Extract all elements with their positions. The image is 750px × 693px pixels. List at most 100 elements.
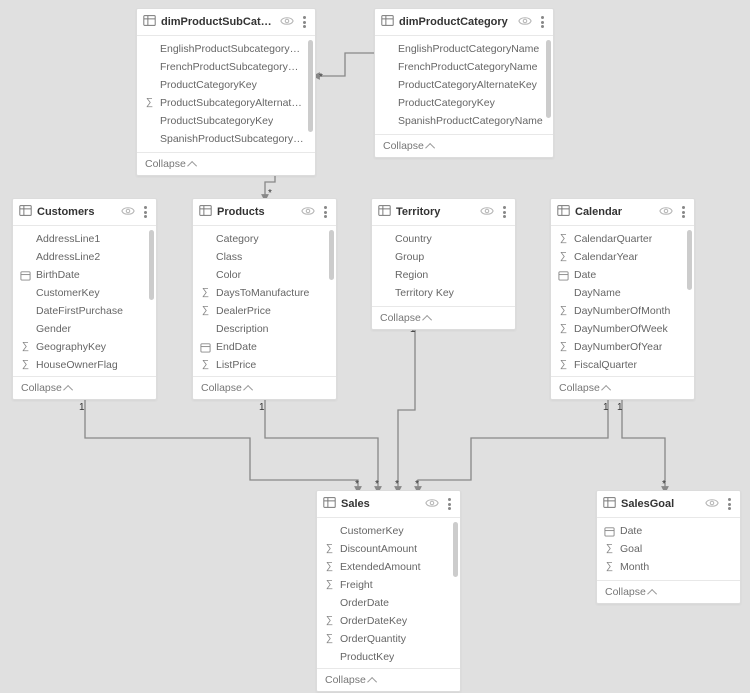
- eye-icon[interactable]: [301, 205, 315, 220]
- field-row[interactable]: Description: [193, 320, 336, 338]
- table-header[interactable]: Customers: [13, 199, 156, 226]
- field-row[interactable]: Category: [193, 230, 336, 248]
- table-card-customers[interactable]: Customers AddressLine1AddressLine2BirthDa…: [12, 198, 157, 400]
- table-card-sales[interactable]: Sales CustomerKey∑DiscountAmount∑Extended…: [316, 490, 461, 692]
- field-row[interactable]: ModelName: [193, 374, 336, 376]
- eye-icon[interactable]: [425, 497, 439, 512]
- table-header[interactable]: Territory: [372, 199, 515, 226]
- more-icon[interactable]: [728, 497, 732, 511]
- field-row[interactable]: AddressLine1: [13, 230, 156, 248]
- collapse-button[interactable]: Collapse: [375, 134, 553, 157]
- field-row[interactable]: ∑Month: [597, 558, 740, 576]
- field-row[interactable]: FrenchProductSubcategoryName: [137, 58, 315, 76]
- eye-icon[interactable]: [518, 15, 532, 30]
- field-row[interactable]: ∑DayNumberOfMonth: [551, 302, 694, 320]
- field-row[interactable]: ∑ListPrice: [193, 356, 336, 374]
- more-icon[interactable]: [324, 205, 328, 219]
- field-row[interactable]: BirthDate: [13, 266, 156, 284]
- scrollbar[interactable]: [149, 230, 154, 300]
- table-card-dimproductsubcategory[interactable]: dimProductSubCateg… EnglishProductSubcate…: [136, 8, 316, 176]
- scrollbar[interactable]: [453, 522, 458, 577]
- field-row[interactable]: Date: [597, 522, 740, 540]
- collapse-button[interactable]: Collapse: [551, 376, 694, 399]
- collapse-button[interactable]: Collapse: [13, 376, 156, 399]
- field-row[interactable]: ProductSubcategoryKey: [137, 112, 315, 130]
- scrollbar[interactable]: [687, 230, 692, 290]
- field-row[interactable]: ∑Goal: [597, 540, 740, 558]
- field-row[interactable]: ∑DayNumberOfYear: [551, 338, 694, 356]
- scrollbar[interactable]: [329, 230, 334, 280]
- table-header[interactable]: Sales: [317, 491, 460, 518]
- table-header[interactable]: SalesGoal: [597, 491, 740, 518]
- field-row[interactable]: ProductKey: [317, 648, 460, 666]
- collapse-button[interactable]: Collapse: [372, 306, 515, 329]
- field-row[interactable]: ProductCategoryKey: [137, 76, 315, 94]
- table-header[interactable]: Products: [193, 199, 336, 226]
- field-row[interactable]: DateFirstPurchase: [13, 302, 156, 320]
- more-icon[interactable]: [503, 205, 507, 219]
- eye-icon[interactable]: [705, 497, 719, 512]
- eye-icon[interactable]: [280, 15, 294, 30]
- field-row[interactable]: Date: [551, 266, 694, 284]
- collapse-button[interactable]: Collapse: [597, 580, 740, 603]
- table-header[interactable]: dimProductCategory: [375, 9, 553, 36]
- field-row[interactable]: OrderDate: [317, 594, 460, 612]
- field-row[interactable]: Territory Key: [372, 284, 515, 302]
- field-row[interactable]: ProductCategoryKey: [375, 94, 553, 112]
- more-icon[interactable]: [144, 205, 148, 219]
- field-row[interactable]: CustomerKey: [317, 522, 460, 540]
- field-row[interactable]: EnglishProductCategoryName: [375, 40, 553, 58]
- field-row[interactable]: ∑ProductStandardCost: [317, 666, 460, 668]
- more-icon[interactable]: [303, 15, 307, 29]
- table-card-dimproductcategory[interactable]: dimProductCategory EnglishProductCategory…: [374, 8, 554, 158]
- eye-icon[interactable]: [480, 205, 494, 220]
- field-row[interactable]: ∑ProductSubcategoryAlternateKey: [137, 94, 315, 112]
- field-row[interactable]: ∑OrderQuantity: [317, 630, 460, 648]
- field-row[interactable]: ∑HouseOwnerFlag: [13, 356, 156, 374]
- field-row[interactable]: Class: [193, 248, 336, 266]
- field-row[interactable]: CustomerKey: [13, 284, 156, 302]
- field-row[interactable]: MaritalStatus: [13, 374, 156, 376]
- field-row[interactable]: ∑GeographyKey: [13, 338, 156, 356]
- more-icon[interactable]: [541, 15, 545, 29]
- collapse-button[interactable]: Collapse: [193, 376, 336, 399]
- field-row[interactable]: DayName: [551, 284, 694, 302]
- field-row[interactable]: EnglishProductSubcategoryName: [137, 40, 315, 58]
- field-row[interactable]: Group: [372, 248, 515, 266]
- field-row[interactable]: ProductCategoryAlternateKey: [375, 76, 553, 94]
- collapse-button[interactable]: Collapse: [317, 668, 460, 691]
- more-icon[interactable]: [682, 205, 686, 219]
- field-row[interactable]: ∑CalendarQuarter: [551, 230, 694, 248]
- field-row[interactable]: ∑ExtendedAmount: [317, 558, 460, 576]
- field-row[interactable]: AddressLine2: [13, 248, 156, 266]
- field-row[interactable]: SpanishProductSubcategoryNa…: [137, 130, 315, 148]
- table-card-salesgoal[interactable]: SalesGoal Date∑Goal∑Month Collapse: [596, 490, 741, 604]
- more-icon[interactable]: [448, 497, 452, 511]
- table-card-territory[interactable]: Territory CountryGroupRegionTerritory Key…: [371, 198, 516, 330]
- scrollbar[interactable]: [308, 40, 313, 132]
- field-row[interactable]: ∑DayNumberOfWeek: [551, 320, 694, 338]
- table-card-calendar[interactable]: Calendar ∑CalendarQuarter∑CalendarYearDat…: [550, 198, 695, 400]
- table-header[interactable]: dimProductSubCateg…: [137, 9, 315, 36]
- eye-icon[interactable]: [121, 205, 135, 220]
- scrollbar[interactable]: [546, 40, 551, 118]
- field-row[interactable]: ∑DaysToManufacture: [193, 284, 336, 302]
- field-row[interactable]: Country: [372, 230, 515, 248]
- table-card-products[interactable]: Products CategoryClassColor∑DaysToManufac…: [192, 198, 337, 400]
- field-row[interactable]: ∑DealerPrice: [193, 302, 336, 320]
- field-row[interactable]: ∑CalendarYear: [551, 248, 694, 266]
- field-row[interactable]: ∑DiscountAmount: [317, 540, 460, 558]
- field-row[interactable]: ∑FiscalSemester: [551, 374, 694, 376]
- field-row[interactable]: Region: [372, 266, 515, 284]
- field-row[interactable]: ∑Freight: [317, 576, 460, 594]
- field-row[interactable]: Color: [193, 266, 336, 284]
- collapse-button[interactable]: Collapse: [137, 152, 315, 175]
- table-header[interactable]: Calendar: [551, 199, 694, 226]
- field-row[interactable]: EndDate: [193, 338, 336, 356]
- field-row[interactable]: ∑OrderDateKey: [317, 612, 460, 630]
- eye-icon[interactable]: [659, 205, 673, 220]
- field-row[interactable]: Gender: [13, 320, 156, 338]
- field-row[interactable]: ∑FiscalQuarter: [551, 356, 694, 374]
- field-row[interactable]: FrenchProductCategoryName: [375, 58, 553, 76]
- field-row[interactable]: SpanishProductCategoryName: [375, 112, 553, 130]
